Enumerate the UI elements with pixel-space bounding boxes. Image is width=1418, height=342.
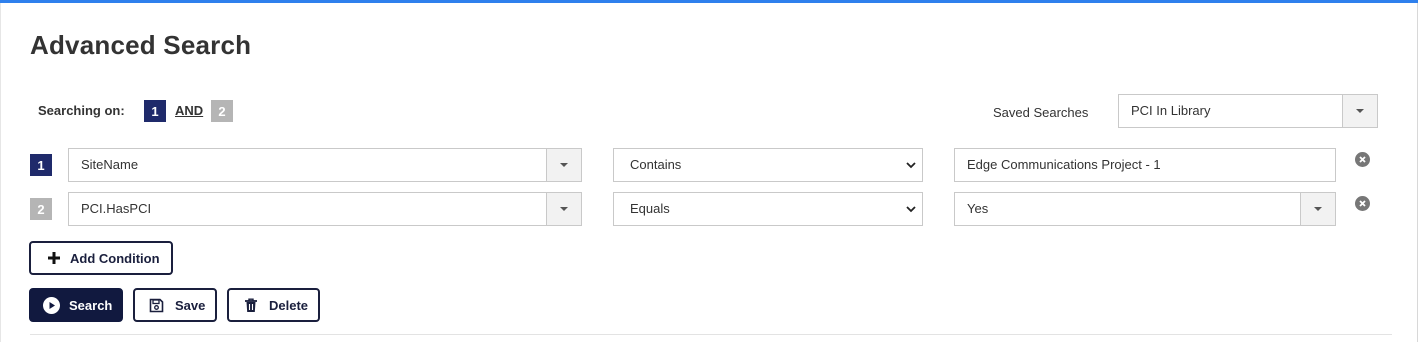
search-chip-1[interactable]: 1 <box>144 100 166 122</box>
condition-2-field-toggle[interactable] <box>546 193 581 225</box>
saved-searches-dropdown[interactable]: PCI In Library <box>1118 94 1378 128</box>
top-accent-bar <box>0 0 1418 3</box>
search-button-label: Search <box>69 297 113 313</box>
floppy-disk-icon <box>149 298 164 312</box>
condition-1-operator-value: Contains <box>630 157 682 172</box>
caret-down-icon <box>1314 207 1322 211</box>
close-icon <box>1359 156 1366 163</box>
page-title: Advanced Search <box>30 30 252 60</box>
search-chip-2[interactable]: 2 <box>211 100 233 122</box>
condition-2-field-value: PCI.HasPCI <box>81 201 152 216</box>
condition-2-remove-icon[interactable] <box>1355 196 1370 211</box>
condition-2-operator-select[interactable]: Equals <box>613 192 923 226</box>
plus-icon <box>48 252 60 264</box>
condition-1-field-dropdown[interactable]: SiteName <box>68 148 582 182</box>
save-button[interactable]: Save <box>133 288 217 322</box>
saved-searches-value: PCI In Library <box>1131 103 1211 118</box>
delete-button[interactable]: Delete <box>227 288 320 322</box>
condition-2-field-dropdown[interactable]: PCI.HasPCI <box>68 192 582 226</box>
searching-on-label: Searching on: <box>38 103 125 118</box>
close-icon <box>1359 200 1366 207</box>
condition-1-field-value: SiteName <box>81 157 139 172</box>
condition-1-index: 1 <box>30 154 52 176</box>
condition-2-operator-value: Equals <box>630 201 670 216</box>
condition-2-value: Yes <box>967 201 989 216</box>
logic-operator-link[interactable]: AND <box>175 103 203 118</box>
saved-searches-toggle[interactable] <box>1342 95 1377 127</box>
condition-2-index: 2 <box>30 198 52 220</box>
play-circle-icon <box>43 296 60 314</box>
caret-down-icon <box>1356 109 1364 113</box>
condition-1-value-input[interactable]: Edge Communications Project - 1 <box>954 148 1336 182</box>
add-condition-label: Add Condition <box>70 250 160 266</box>
condition-1-operator-select[interactable]: Contains <box>613 148 923 182</box>
condition-2-value-dropdown[interactable]: Yes <box>954 192 1336 226</box>
caret-down-icon <box>560 207 568 211</box>
saved-searches-label: Saved Searches <box>993 105 1089 120</box>
left-border <box>0 3 1 342</box>
save-button-label: Save <box>175 297 206 313</box>
condition-2-value-toggle[interactable] <box>1300 193 1335 225</box>
section-divider <box>30 334 1392 335</box>
condition-1-field-toggle[interactable] <box>546 149 581 181</box>
search-button[interactable]: Search <box>29 288 123 322</box>
caret-down-icon <box>560 163 568 167</box>
condition-1-remove-icon[interactable] <box>1355 152 1370 167</box>
trash-icon <box>245 298 257 312</box>
chevron-down-icon <box>906 162 916 169</box>
add-condition-button[interactable]: Add Condition <box>29 241 173 275</box>
delete-button-label: Delete <box>269 297 309 313</box>
chevron-down-icon <box>906 206 916 213</box>
